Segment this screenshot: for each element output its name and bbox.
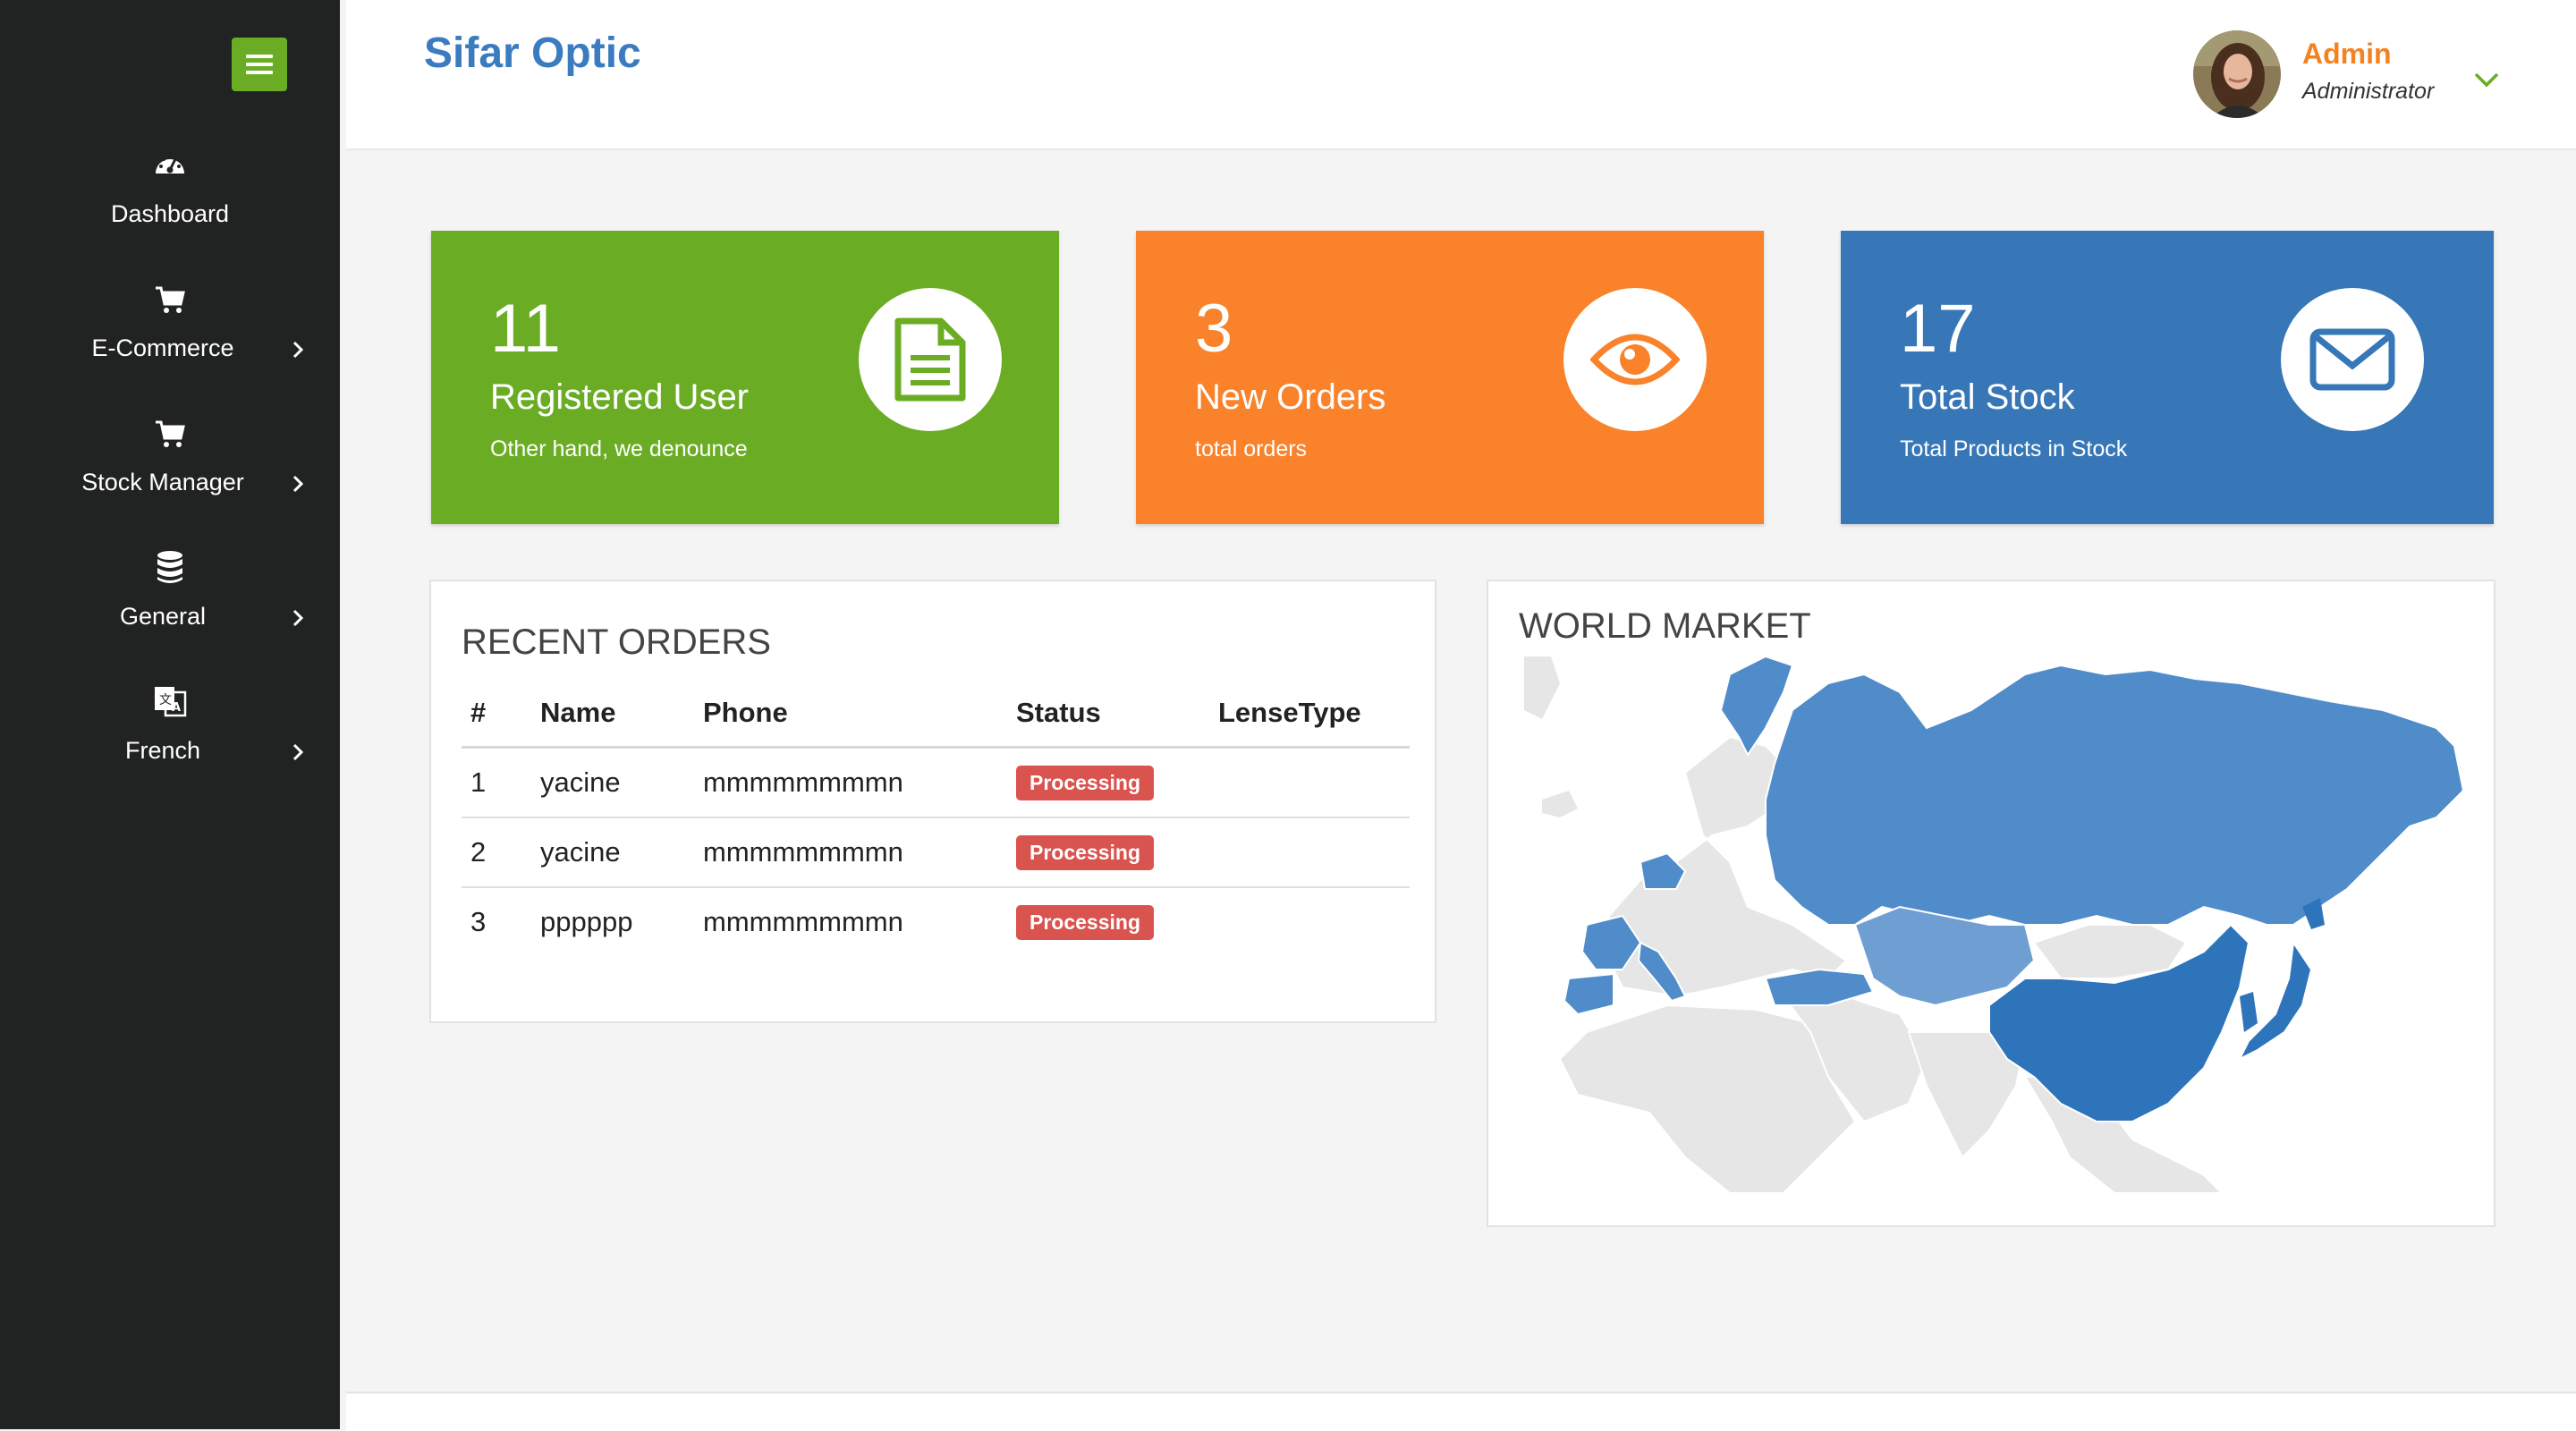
order-phone: mmmmmmmmn [703,906,903,937]
eye-icon [1590,334,1680,385]
map-land-iceland[interactable] [1542,791,1578,817]
footer [346,1392,2576,1431]
world-market-panel: WORLD MARKET [1487,580,2496,1227]
column-header-number[interactable]: # [462,680,531,749]
brand-title[interactable]: Sifar Optic [424,29,641,78]
column-header-name[interactable]: Name [531,680,694,749]
order-phone: mmmmmmmmn [694,747,1007,818]
world-map[interactable] [1524,656,2463,1193]
column-header-lensetype[interactable]: LenseType [1209,680,1410,749]
map-country-russia[interactable] [1765,664,2463,927]
sidebar: Dashboard E-Commerce Stock Manager Gener… [0,0,340,1429]
dashboard-icon [156,155,184,174]
order-id: 1 [462,747,531,818]
stat-subtitle: total orders [1195,436,1308,461]
stat-card-registered-users[interactable]: 11 Registered User Other hand, we denoun… [431,231,1059,524]
sidebar-item-label: French [124,737,201,764]
table-row[interactable]: 3 pppppp mmmmmmmmn Processing [462,887,1410,956]
cart-icon [156,420,185,447]
order-status-cell: Processing [1007,747,1209,818]
chevron-right-icon [292,743,304,761]
document-icon [894,318,966,402]
order-name: pppppp [540,906,633,937]
stat-icon-circle [859,288,1002,431]
menu-toggle-button[interactable] [232,38,287,91]
user-name[interactable]: Admin [2302,38,2392,71]
sidebar-item-dashboard[interactable]: Dashboard [0,147,340,254]
stat-subtitle: Other hand, we denounce [490,436,748,461]
order-phone: mmmmmmmmn [694,817,1007,888]
recent-orders-panel: RECENT ORDERS # Name Phone Status LenseT… [429,580,1436,1023]
status-badge: Processing [1016,835,1154,870]
recent-orders-table: # Name Phone Status LenseType 1 yacine m… [462,680,1410,956]
status-badge: Processing [1016,905,1154,940]
top-header: Sifar Optic Admin Administrator [346,0,2576,150]
user-role: Administrator [2302,79,2435,104]
stat-subtitle: Total Products in Stock [1900,436,2128,461]
sidebar-item-general[interactable]: General [0,549,340,656]
order-lensetype [1209,747,1410,818]
translate-icon: 文 A [155,687,187,717]
envelope-icon [2309,328,2395,391]
sidebar-item-ecommerce[interactable]: E-Commerce [0,281,340,388]
sidebar-item-stock-manager[interactable]: Stock Manager [0,415,340,522]
map-country-spain[interactable] [1563,972,1614,1016]
recent-orders-title: RECENT ORDERS [462,622,771,662]
stat-title: New Orders [1195,377,1386,417]
stat-title: Registered User [490,377,750,417]
hamburger-icon [246,55,273,74]
sidebar-item-label: Stock Manager [81,469,244,495]
svg-text:文: 文 [159,693,172,707]
order-name: yacine [531,817,694,888]
sidebar-item-french[interactable]: 文 A French [0,683,340,791]
map-country-poland[interactable] [1639,851,1687,890]
sidebar-item-label: General [119,603,207,630]
column-header-phone[interactable]: Phone [694,680,1007,749]
map-land-greenland[interactable] [1524,656,1560,719]
stat-icon-circle [2281,288,2424,431]
world-market-title: WORLD MARKET [1519,606,1811,646]
stat-card-new-orders[interactable]: 3 New Orders total orders [1136,231,1764,524]
map-country-korea[interactable] [2240,992,2258,1032]
order-id: 3 [470,906,487,937]
map-country-kazakhstan[interactable] [1853,905,2036,1007]
order-lensetype [1209,817,1410,888]
stat-card-total-stock[interactable]: 17 Total Stock Total Products in Stock [1841,231,2494,524]
column-header-status[interactable]: Status [1007,680,1209,749]
stat-icon-circle [1563,288,1707,431]
order-id: 2 [462,817,531,888]
order-status-cell: Processing [1007,817,1209,888]
order-status-cell: Processing [1007,887,1209,956]
chevron-right-icon [292,341,304,359]
table-row[interactable]: 1 yacine mmmmmmmmn Processing [462,747,1410,818]
stat-value: 3 [1195,291,1233,367]
order-name: yacine [531,747,694,818]
database-icon [157,551,182,583]
sidebar-item-label: Dashboard [110,200,230,227]
stat-value: 17 [1900,291,1976,367]
table-row[interactable]: 2 yacine mmmmmmmmn Processing [462,817,1410,888]
avatar-image [2193,30,2281,118]
table-header-row: # Name Phone Status LenseType [462,680,1410,749]
svg-text:A: A [172,701,181,715]
stat-title: Total Stock [1900,377,2075,417]
sidebar-item-label: E-Commerce [91,334,234,361]
status-badge: Processing [1016,766,1154,800]
order-lensetype [1209,887,1410,956]
stat-value: 11 [490,291,561,367]
chevron-down-icon[interactable] [2473,70,2500,91]
cart-icon [156,286,185,313]
avatar[interactable] [2193,30,2281,118]
chevron-right-icon [292,609,304,627]
chevron-right-icon [292,475,304,493]
